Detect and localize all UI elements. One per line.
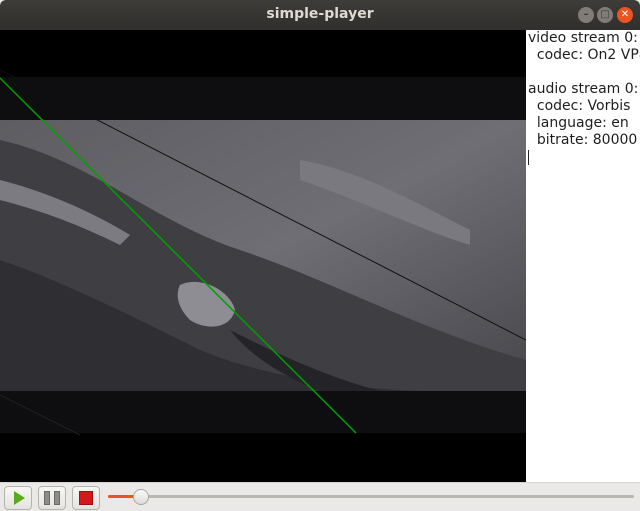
minimize-icon[interactable]: – — [578, 7, 594, 23]
pause-icon — [44, 491, 60, 505]
info-line: bitrate: 80000 — [528, 132, 638, 148]
info-line: codec: Vorbis — [528, 98, 631, 114]
stream-info-panel[interactable]: video stream 0: codec: On2 VP8 audio str… — [526, 30, 640, 482]
seek-slider[interactable] — [108, 489, 634, 505]
seek-handle[interactable] — [132, 489, 149, 505]
maximize-icon[interactable]: □ — [597, 7, 613, 23]
info-line: language: en — [528, 115, 629, 131]
stop-icon — [79, 491, 93, 505]
pause-button[interactable] — [38, 486, 66, 510]
info-line: codec: On2 VP8 — [528, 47, 640, 63]
video-image — [0, 30, 526, 482]
play-button[interactable] — [4, 486, 32, 510]
info-line: video stream 0: — [528, 30, 638, 46]
control-bar — [0, 482, 640, 511]
close-icon[interactable]: ✕ — [617, 7, 633, 23]
info-line: audio stream 0: — [528, 81, 639, 97]
info-line — [526, 64, 640, 81]
video-frame[interactable] — [0, 30, 526, 482]
play-icon — [14, 491, 25, 505]
title-bar: simple-player – □ ✕ — [0, 0, 640, 30]
stop-button[interactable] — [72, 486, 100, 510]
window-title: simple-player — [266, 6, 374, 22]
text-cursor — [528, 150, 529, 165]
